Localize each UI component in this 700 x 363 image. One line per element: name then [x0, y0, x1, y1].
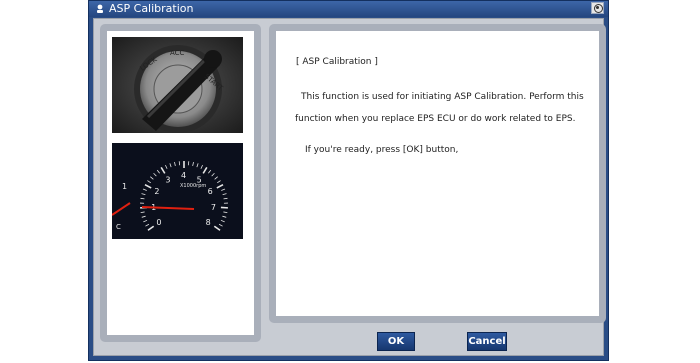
- svg-text:1: 1: [122, 182, 127, 191]
- message-line-3: If you're ready, press [OK] button,: [305, 145, 459, 155]
- tachometer-unit-label: X1000rpm: [180, 183, 206, 189]
- message-panel: [ ASP Calibration ] This function is use…: [269, 24, 606, 323]
- tachometer-tick-label: 2: [154, 187, 159, 196]
- dialog-body: LOCK ACC START 012345678 X1000rpm 1 C: [93, 18, 606, 356]
- tachometer-tick-label: 3: [165, 175, 170, 184]
- close-icon[interactable]: [591, 2, 604, 14]
- window-title: ASP Calibration: [109, 2, 194, 15]
- tachometer-tick-label: 0: [156, 218, 161, 227]
- message-line-2: function when you replace EPS ECU or do …: [295, 114, 576, 124]
- cancel-button[interactable]: Cancel: [467, 332, 507, 351]
- ok-button[interactable]: OK: [377, 332, 415, 351]
- message-area: [ ASP Calibration ] This function is use…: [276, 31, 599, 316]
- tachometer-tick-label: 4: [181, 171, 186, 180]
- title-bar[interactable]: ASP Calibration: [89, 1, 608, 17]
- svg-text:C: C: [116, 223, 121, 231]
- svg-text:ACC: ACC: [170, 49, 185, 57]
- asp-calibration-dialog: ASP Calibration LOCK ACC START 0 2 3 4 5…: [88, 0, 609, 361]
- message-heading: [ ASP Calibration ]: [296, 57, 378, 67]
- tachometer-tick-label: 6: [208, 187, 213, 196]
- tachometer-image: 012345678 X1000rpm 1 C: [112, 143, 243, 239]
- ignition-switch-image: LOCK ACC START: [112, 37, 243, 133]
- app-icon: [94, 3, 106, 15]
- image-panel-inner: LOCK ACC START 012345678 X1000rpm 1 C: [107, 31, 254, 335]
- message-line-1: This function is used for initiating ASP…: [301, 92, 584, 102]
- image-panel: LOCK ACC START 012345678 X1000rpm 1 C: [100, 24, 261, 342]
- tachometer-tick-label: 7: [211, 203, 216, 212]
- tachometer-tick-label: 8: [206, 218, 211, 227]
